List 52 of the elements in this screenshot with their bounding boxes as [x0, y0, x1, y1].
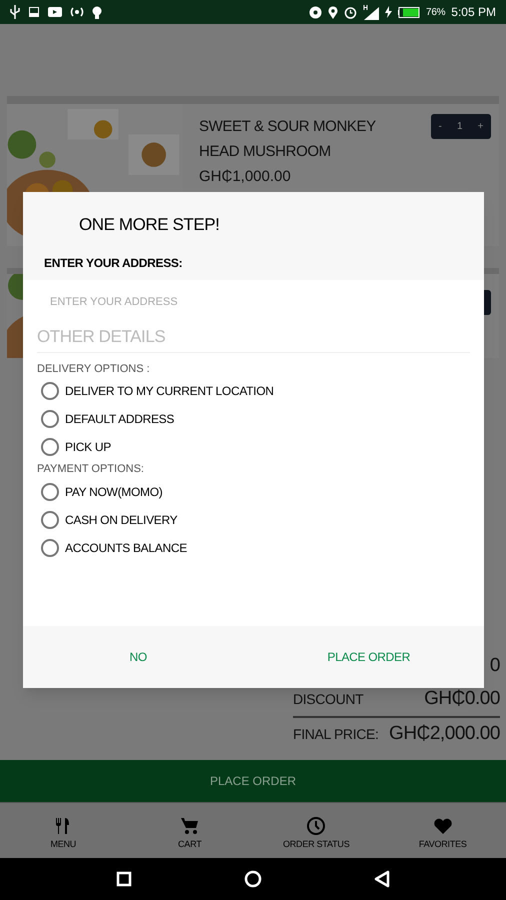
charging-icon: [385, 6, 392, 18]
cart-icon: [180, 816, 200, 836]
option-label: CASH ON DELIVERY: [65, 512, 178, 528]
location-pin-icon: [328, 6, 338, 18]
nav-tab[interactable]: MENU: [0, 803, 126, 858]
radio-button[interactable]: [41, 538, 59, 556]
radio-button[interactable]: [41, 410, 59, 428]
payment-options-label: PAYMENT OPTIONS:: [36, 462, 145, 477]
quantity-value: 1: [456, 120, 463, 134]
clock-time: 5:05 PM: [451, 4, 496, 21]
alarm-icon: [344, 6, 358, 18]
clock-icon: [306, 816, 326, 836]
nav-tab[interactable]: ORDER STATUS: [253, 803, 380, 858]
signal-waves-icon: [70, 6, 84, 18]
radio-button[interactable]: [41, 482, 59, 500]
radio-button[interactable]: [41, 510, 59, 528]
bulb-icon: [92, 6, 102, 18]
total-label: DISCOUNT: [293, 690, 364, 708]
battery-icon: [398, 6, 420, 18]
total-value: GH₵0.00: [424, 686, 500, 711]
address-label: ENTER YOUR ADDRESS:: [43, 254, 184, 272]
image-icon: [28, 6, 40, 18]
dialog-button[interactable]: NO: [23, 626, 254, 688]
dialog-title: ONE MORE STEP!: [78, 214, 220, 236]
total-label: FINAL PRICE:: [293, 724, 379, 744]
option-label: PICK UP: [65, 439, 111, 456]
dialog-button[interactable]: PLACE ORDER: [254, 626, 484, 688]
place-order-button[interactable]: PLACE ORDER: [0, 760, 506, 802]
option-label: ACCOUNTS BALANCE: [65, 540, 187, 556]
option-label: DELIVER TO MY CURRENT LOCATION: [65, 383, 274, 400]
total-value: GH₵2,000.00: [389, 722, 500, 746]
cast-icon: [309, 6, 322, 18]
nav-tab[interactable]: CART: [126, 803, 253, 858]
option-label: DEFAULT ADDRESS: [65, 411, 174, 428]
option-label: PAY NOW(MOMO): [65, 484, 162, 500]
back-icon[interactable]: [374, 870, 390, 888]
battery-percent: 76%: [426, 6, 446, 20]
radio-button[interactable]: [41, 438, 59, 456]
item-price: GH₵1,000.00: [199, 167, 292, 187]
section-title: OTHER DETAILS: [37, 324, 470, 352]
increment-button[interactable]: +: [478, 119, 484, 134]
decrement-button[interactable]: -: [438, 119, 442, 134]
video-icon: [48, 7, 62, 17]
total-value: 0: [490, 654, 500, 678]
usb-icon: [10, 5, 20, 19]
cell-signal-icon: [363, 4, 380, 20]
recents-icon[interactable]: [116, 871, 132, 887]
delivery-options-label: DELIVERY OPTIONS :: [36, 362, 151, 376]
radio-button[interactable]: [41, 382, 59, 400]
item-name: SWEET & SOUR MONKEY HEAD MUSHROOM: [199, 117, 377, 162]
home-icon[interactable]: [244, 870, 262, 888]
nav-tab[interactable]: FAVORITES: [380, 803, 506, 858]
